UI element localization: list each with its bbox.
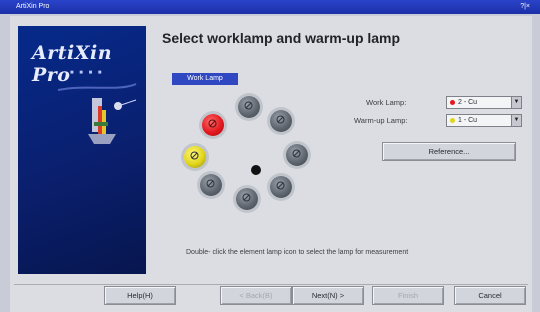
lamp-icon <box>292 149 301 158</box>
lamp-icon <box>208 119 217 128</box>
lamp-position-4[interactable] <box>270 176 292 198</box>
warmup-lamp-label: Warm-up Lamp: <box>354 116 408 125</box>
window-controls[interactable]: ?|× <box>520 0 530 14</box>
chevron-down-icon[interactable]: ▼ <box>511 97 521 108</box>
lamp-icon <box>244 101 253 110</box>
warmup-lamp-color-icon <box>450 118 455 123</box>
work-lamp-color-icon <box>450 100 455 105</box>
work-lamp-value: 2 - Cu <box>458 99 478 106</box>
turret-center <box>251 165 261 175</box>
work-lamp-label: Work Lamp: <box>366 98 407 107</box>
lamp-icon <box>242 193 251 202</box>
reference-button[interactable]: Reference... <box>382 142 516 161</box>
page-title: Select worklamp and warm-up lamp <box>162 30 401 46</box>
window-title: ArtiXin Pro <box>16 3 50 10</box>
back-button[interactable]: < Back(B) <box>220 286 292 305</box>
work-lamp-select[interactable]: 2 - Cu ▼ <box>446 96 522 109</box>
next-button[interactable]: Next(N) > <box>292 286 364 305</box>
warmup-lamp-select[interactable]: 1 - Cu ▼ <box>446 114 522 127</box>
instruction-text: Double- click the element lamp icon to s… <box>186 249 409 256</box>
help-button[interactable]: Help(H) <box>104 286 176 305</box>
cancel-button[interactable]: Cancel <box>454 286 526 305</box>
lamp-icon <box>190 151 199 160</box>
lamp-position-warmup[interactable] <box>184 146 206 168</box>
lamp-position-6[interactable] <box>200 174 222 196</box>
wizard-dialog: ArtiXin Pro ■ ■ ■ ■ Select worklamp and … <box>10 16 532 312</box>
logo-subtitle: ■ ■ ■ ■ <box>70 70 104 76</box>
footer-divider <box>14 284 528 285</box>
lamp-icon <box>276 115 285 124</box>
lamp-icon <box>276 181 285 190</box>
chevron-down-icon[interactable]: ▼ <box>511 115 521 126</box>
finish-button[interactable]: Finish <box>372 286 444 305</box>
turret-label: Work Lamp <box>172 73 238 85</box>
lamp-position-1[interactable] <box>238 96 260 118</box>
lamp-position-3[interactable] <box>286 144 308 166</box>
lamp-position-2[interactable] <box>270 110 292 132</box>
warmup-lamp-value: 1 - Cu <box>458 117 478 124</box>
product-logo-text: ArtiXin Pro <box>32 42 113 86</box>
title-bar: ArtiXin Pro ?|× <box>0 0 540 14</box>
product-banner: ArtiXin Pro ■ ■ ■ ■ <box>18 26 146 274</box>
lamp-turret <box>172 88 332 238</box>
lamp-position-5[interactable] <box>236 188 258 210</box>
lamp-position-work[interactable] <box>202 114 224 136</box>
lamp-icon <box>206 179 215 188</box>
